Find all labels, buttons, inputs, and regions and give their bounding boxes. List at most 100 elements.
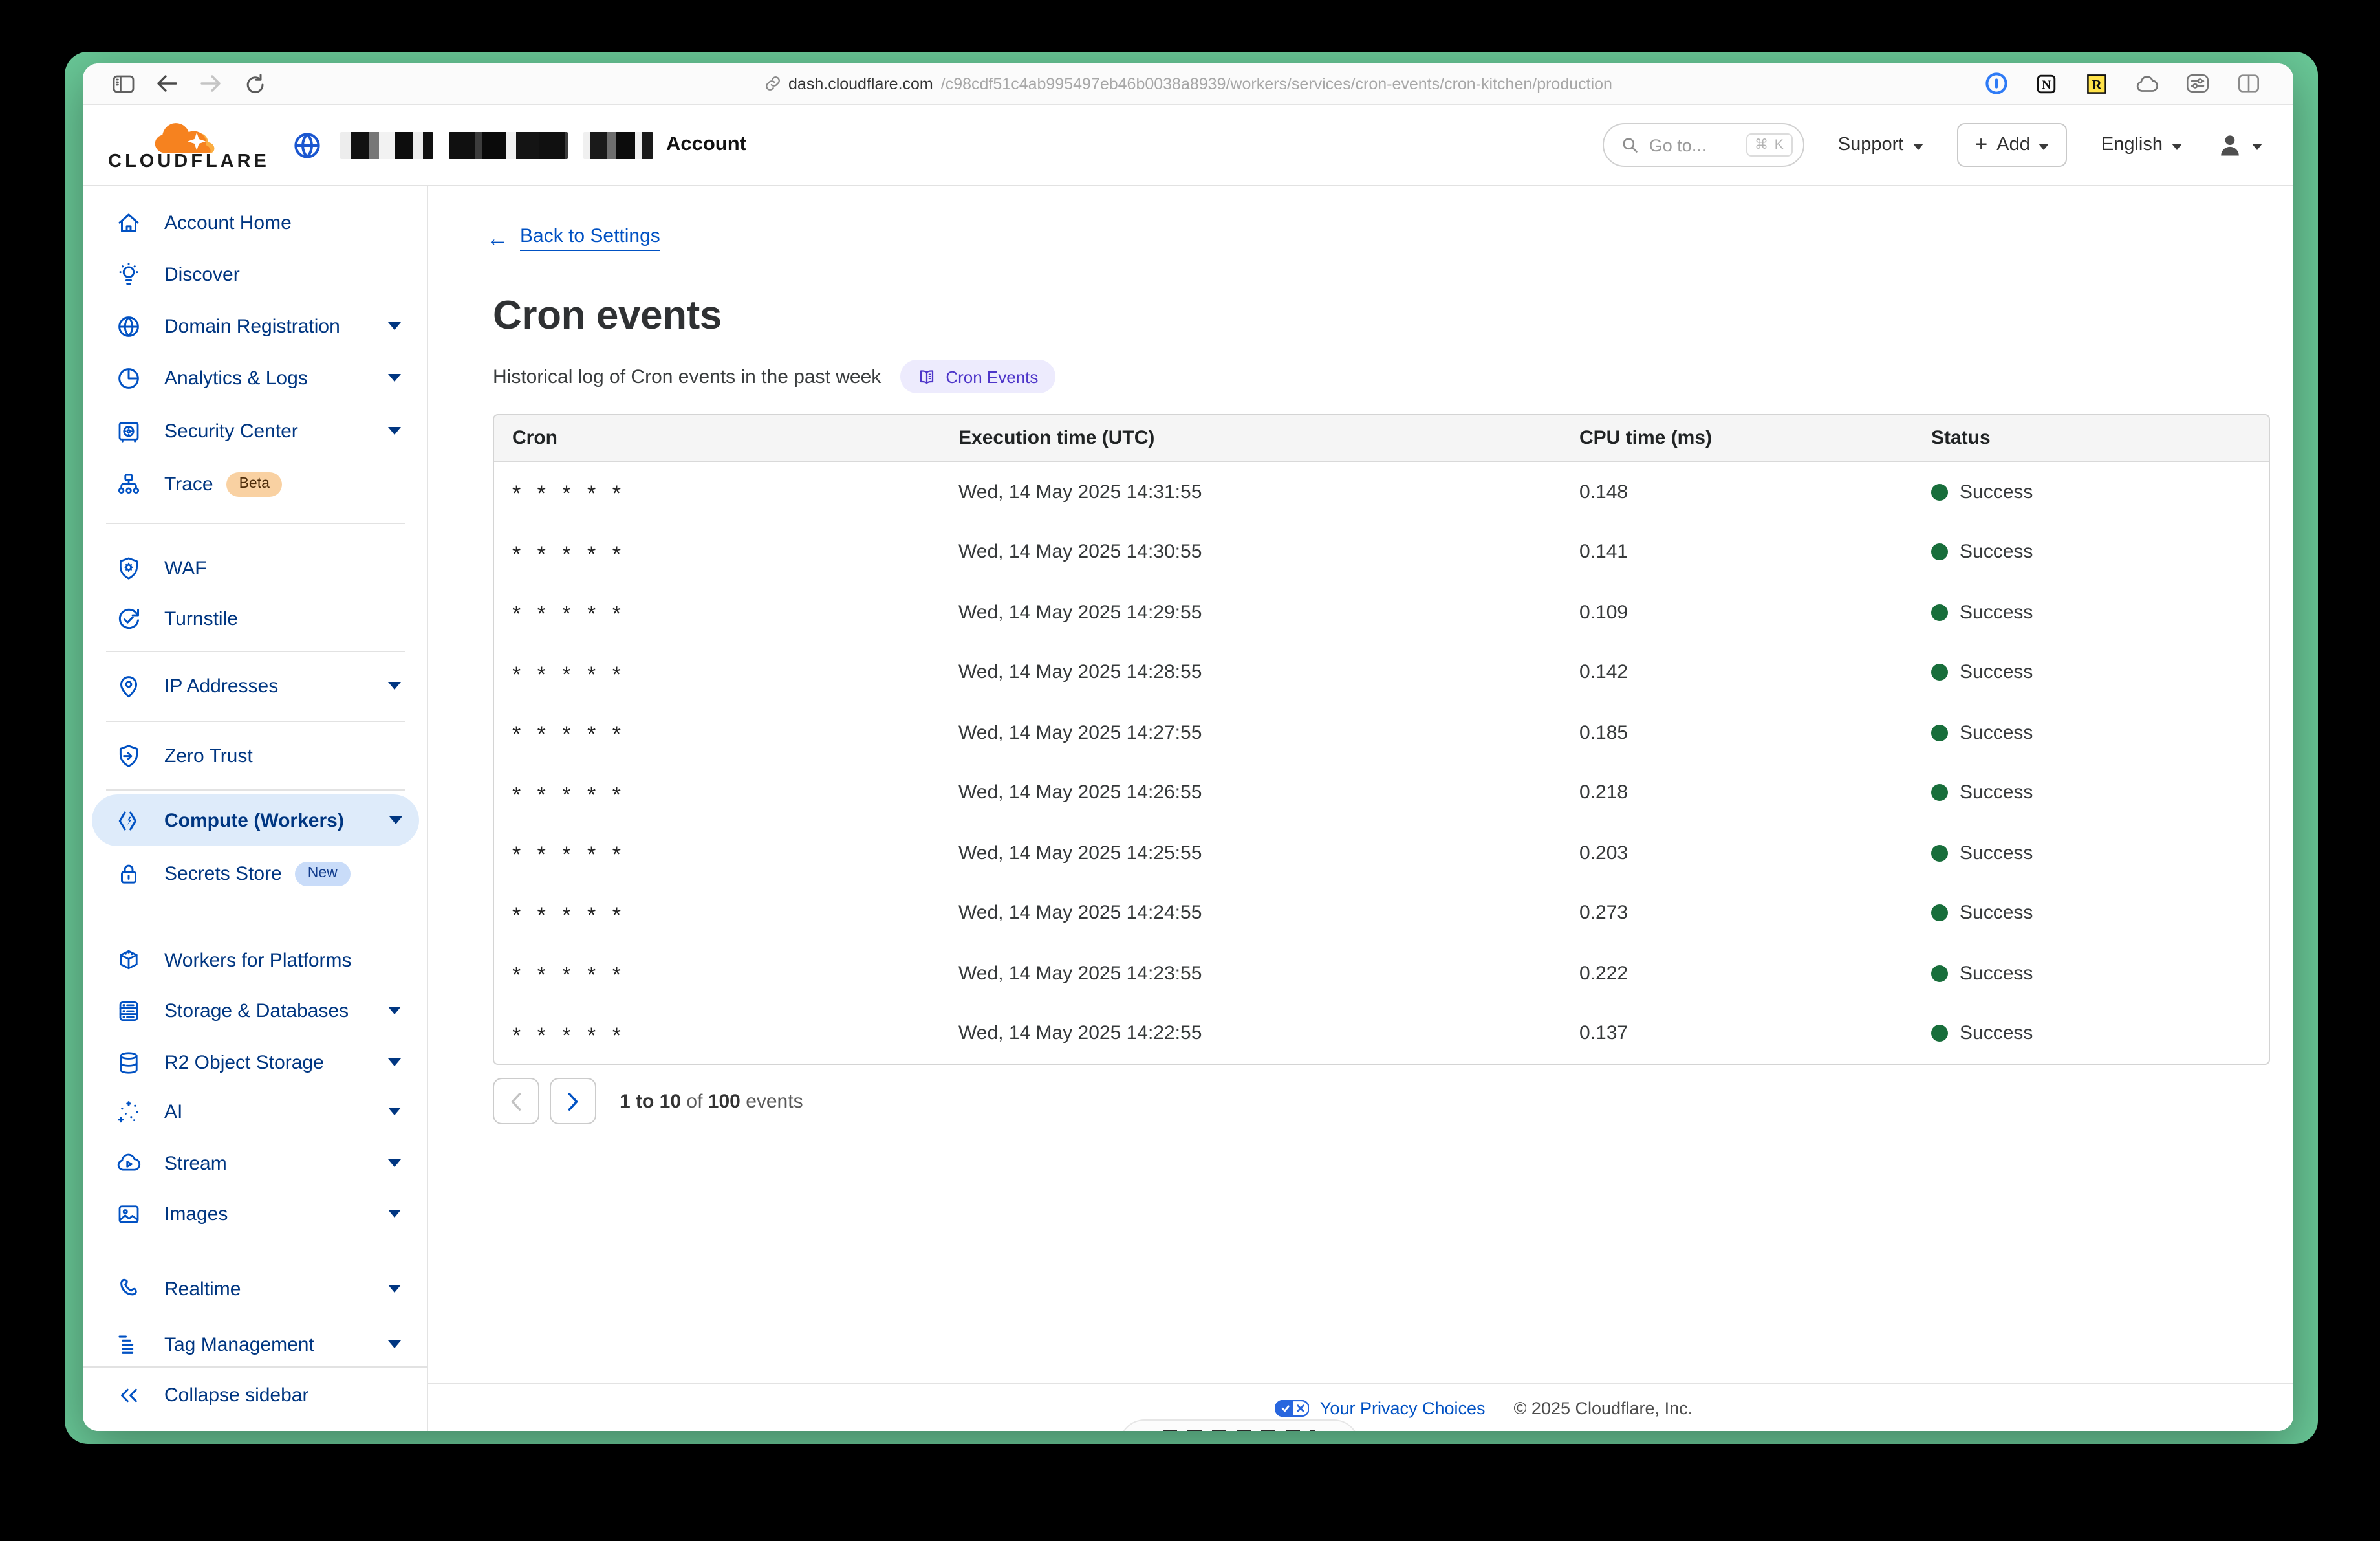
- sidebar-item[interactable]: AI: [83, 1086, 427, 1137]
- user-menu[interactable]: [2216, 131, 2262, 159]
- reload-button-icon[interactable]: [243, 72, 266, 95]
- table-row: * * * * * Wed, 14 May 2025 14:25:55 0.20…: [494, 823, 2269, 883]
- sidebar-item-label: Tag Management: [164, 1333, 314, 1355]
- status-label: Success: [1960, 782, 2033, 804]
- sidebar-item[interactable]: Stream: [83, 1137, 427, 1189]
- status-cell: Success: [1913, 902, 2269, 924]
- sidebar-item[interactable]: Storage & Databases: [83, 985, 427, 1036]
- status-label: Success: [1960, 842, 2033, 864]
- page-title: Cron events: [493, 292, 722, 339]
- globe-icon[interactable]: [292, 130, 322, 160]
- execution-time-cell: Wed, 14 May 2025 14:31:55: [940, 481, 1561, 503]
- sidebar-item-label: Security Center: [164, 420, 298, 442]
- partial-popup[interactable]: [1119, 1419, 1359, 1431]
- execution-time-cell: Wed, 14 May 2025 14:22:55: [940, 1023, 1561, 1045]
- icloud-tab-icon[interactable]: [2136, 72, 2159, 95]
- sidebar-item[interactable]: Security Center: [83, 405, 427, 457]
- extensions-settings-icon[interactable]: [2186, 72, 2209, 95]
- status-label: Success: [1960, 902, 2033, 924]
- notion-extension-icon[interactable]: N: [2035, 72, 2058, 95]
- status-cell: Success: [1913, 602, 2269, 624]
- execution-time-cell: Wed, 14 May 2025 14:25:55: [940, 842, 1561, 864]
- cron-events-table: Cron Execution time (UTC) CPU time (ms) …: [493, 414, 2270, 1065]
- analytics-icon: [114, 364, 142, 392]
- status-label: Success: [1960, 963, 2033, 985]
- support-label: Support: [1838, 135, 1904, 155]
- sidebar-item-label: AI: [164, 1100, 182, 1122]
- language-menu[interactable]: English: [2101, 135, 2182, 155]
- sidebar-item[interactable]: R2 Object Storage: [83, 1036, 427, 1088]
- chevron-down-icon: [388, 1159, 401, 1167]
- sidebar-item[interactable]: Turnstile: [83, 593, 427, 644]
- sidebar-divider: [83, 1366, 428, 1368]
- column-header-cpu-time: CPU time (ms): [1561, 427, 1913, 449]
- domain-icon: [114, 312, 142, 340]
- sidebar-item-label: Trace: [164, 473, 213, 495]
- sidebar-item[interactable]: Secrets Store New: [83, 847, 427, 899]
- turnstile-icon: [114, 604, 142, 633]
- sidebar-item[interactable]: Compute (Workers): [92, 794, 419, 846]
- cpu-time-cell: 0.218: [1561, 782, 1913, 804]
- language-label: English: [2101, 135, 2163, 155]
- sidebar-item-label: Zero Trust: [164, 745, 253, 767]
- next-page-button[interactable]: [550, 1078, 596, 1124]
- sidebar-toggle-icon[interactable]: [111, 72, 135, 95]
- sidebar-item[interactable]: Account Home: [83, 197, 427, 248]
- sidebar-item[interactable]: Trace Beta: [83, 458, 427, 510]
- chevron-down-icon: [388, 682, 401, 690]
- previous-page-button[interactable]: [493, 1078, 539, 1124]
- split-view-icon[interactable]: [2236, 72, 2260, 95]
- storage-icon: [114, 996, 142, 1025]
- shortcut-badge: ⌘ K: [1747, 133, 1793, 157]
- support-menu[interactable]: Support: [1838, 135, 1923, 155]
- sidebar-item[interactable]: Collapse sidebar: [83, 1369, 427, 1421]
- table-row: * * * * * Wed, 14 May 2025 14:30:55 0.14…: [494, 522, 2269, 582]
- ai-icon: [114, 1097, 142, 1126]
- sidebar-item[interactable]: WAF: [83, 542, 427, 594]
- tag-management-icon: [114, 1330, 142, 1359]
- sidebar-item[interactable]: Analytics & Logs: [83, 352, 427, 404]
- sidebar-item[interactable]: Zero Trust: [83, 730, 427, 781]
- cpu-time-cell: 0.273: [1561, 902, 1913, 924]
- address-bar[interactable]: dash.cloudflare.com/c98cdf51c4ab995497eb…: [764, 74, 1612, 93]
- sidebar-item[interactable]: IP Addresses: [83, 660, 427, 712]
- realtime-icon: [114, 1274, 142, 1303]
- copyright: © 2025 Cloudflare, Inc.: [1498, 1398, 1693, 1417]
- cloudflare-header: CLOUDFLARE Account Go to... ⌘ K Support: [83, 105, 2293, 186]
- r-extension-icon[interactable]: R: [2085, 72, 2108, 95]
- sidebar-item-label: Realtime: [164, 1278, 241, 1300]
- success-status-dot: [1931, 905, 1948, 922]
- link-icon: [764, 75, 781, 92]
- sidebar-item[interactable]: Domain Registration: [83, 300, 427, 352]
- back-to-settings-link[interactable]: ← Back to Settings: [486, 225, 660, 251]
- sidebar-item[interactable]: Images: [83, 1188, 427, 1240]
- success-status-dot: [1931, 1025, 1948, 1042]
- forward-button-icon[interactable]: [199, 72, 222, 95]
- back-button-icon[interactable]: [155, 72, 178, 95]
- cloudflare-logo[interactable]: CLOUDFLARE: [114, 118, 264, 171]
- search-placeholder: Go to...: [1649, 135, 1736, 155]
- status-label: Success: [1960, 481, 2033, 503]
- r2-icon: [114, 1048, 142, 1077]
- add-button[interactable]: + Add: [1956, 123, 2068, 167]
- table-row: * * * * * Wed, 14 May 2025 14:31:55 0.14…: [494, 462, 2269, 522]
- chevron-down-icon: [2172, 143, 2182, 149]
- sidebar-item[interactable]: Realtime: [83, 1263, 427, 1315]
- cron-events-badge[interactable]: Cron Events: [900, 360, 1055, 393]
- svg-text:R: R: [2092, 76, 2102, 92]
- search-input[interactable]: Go to... ⌘ K: [1603, 123, 1804, 167]
- sidebar-item[interactable]: Tag Management: [83, 1318, 427, 1370]
- sidebar-item-label: R2 Object Storage: [164, 1051, 324, 1073]
- trace-icon: [114, 470, 142, 498]
- success-status-dot: [1931, 664, 1948, 681]
- success-status-dot: [1931, 965, 1948, 982]
- table-row: * * * * * Wed, 14 May 2025 14:27:55 0.18…: [494, 703, 2269, 763]
- chevron-down-icon: [2252, 143, 2262, 149]
- sidebar-item-label: IP Addresses: [164, 675, 278, 697]
- privacy-choices-link[interactable]: Your Privacy Choices: [1253, 1398, 1498, 1417]
- execution-time-cell: Wed, 14 May 2025 14:24:55: [940, 902, 1561, 924]
- sidebar-item[interactable]: Discover: [83, 248, 427, 300]
- onepassword-extension-icon[interactable]: [1984, 72, 2007, 95]
- sidebar-item-label: Storage & Databases: [164, 1000, 349, 1022]
- sidebar-item[interactable]: Workers for Platforms: [83, 934, 427, 986]
